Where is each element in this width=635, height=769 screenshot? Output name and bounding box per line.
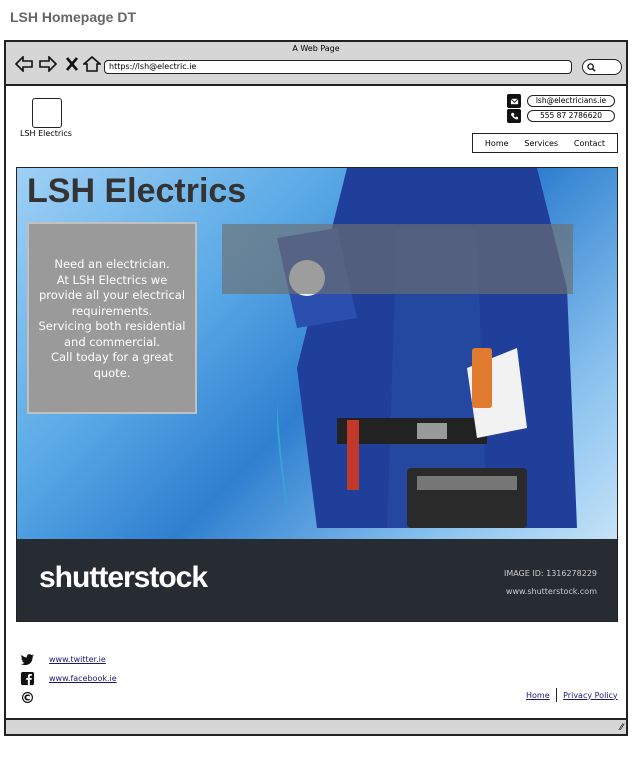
nav-item-services[interactable]: Services [524,139,558,148]
back-arrow-icon [15,56,33,72]
search-box[interactable] [582,59,622,75]
logo[interactable] [32,98,62,128]
status-bar: ⁄⁄ [6,718,626,734]
facebook-icon [20,671,35,686]
forward-button[interactable] [38,55,58,73]
hero-banner: LSH Electrics Need an electrician. At LS… [16,167,618,622]
hero-overlay-panel [222,224,573,294]
phone-number[interactable]: 555 87 2786620 [527,110,615,122]
nav-menu: Home Services Contact [472,133,618,153]
email-link[interactable]: lsh@electricians.ie [527,95,615,107]
phone-icon [507,109,521,123]
twitter-icon [20,652,35,667]
hero-text-line: and commercial. [63,334,161,349]
facebook-link[interactable]: www.facebook.ie [49,674,117,683]
hero-text-box: Need an electrician. At LSH Electrics we… [27,222,197,414]
watermark-site: www.shutterstock.com [505,587,597,596]
footer-links: Home Privacy Policy [526,688,618,702]
nav-item-contact[interactable]: Contact [574,139,605,148]
hero-text-line: At LSH Electrics we [56,272,168,287]
logo-label: LSH Electrics [20,129,72,138]
back-button[interactable] [14,55,34,73]
nav-item-home[interactable]: Home [485,139,509,148]
watermark-info: IMAGE ID: 1316278229 www.shutterstock.co… [504,565,597,601]
hero-text-line: requirements. [71,303,153,318]
social-twitter: www.twitter.ie [20,652,106,667]
footer-divider [555,688,558,702]
watermark-brand: shutterstock [39,561,208,594]
twitter-link[interactable]: www.twitter.ie [49,655,106,664]
resize-grip-icon[interactable]: ⁄⁄ [620,723,623,733]
close-icon [66,57,78,71]
hero-heading: LSH Electrics [27,172,247,210]
social-facebook: www.facebook.ie [20,671,117,686]
footer-privacy-link[interactable]: Privacy Policy [563,691,618,700]
home-icon [83,56,101,72]
browser-window: A Web Page https://lsh@electric.ie LSH E… [4,40,628,736]
envelope-icon [507,94,521,108]
hero-text-line: Call today for a great quote. [50,350,174,380]
phone-contact: 555 87 2786620 [507,109,615,123]
window-title: A Web Page [292,44,340,53]
stop-button[interactable] [62,55,82,73]
footer-home-link[interactable]: Home [526,691,550,700]
address-bar[interactable]: https://lsh@electric.ie [104,60,572,74]
watermark-id: IMAGE ID: 1316278229 [503,569,597,578]
forward-arrow-icon [39,56,57,72]
copyright-icon: © [20,689,35,707]
watermark-bar: shutterstock IMAGE ID: 1316278229 www.sh… [17,539,617,621]
home-button[interactable] [82,55,102,73]
search-icon [587,62,596,72]
page-title: LSH Homepage DT [10,9,137,25]
hero-text-line: provide all your electrical [38,288,186,302]
hero-text-line: Need an electrician. [54,257,170,271]
email-contact: lsh@electricians.ie [507,94,615,108]
hero-text-line: Servicing both residential [38,319,186,333]
browser-chrome: A Web Page https://lsh@electric.ie [6,42,626,86]
